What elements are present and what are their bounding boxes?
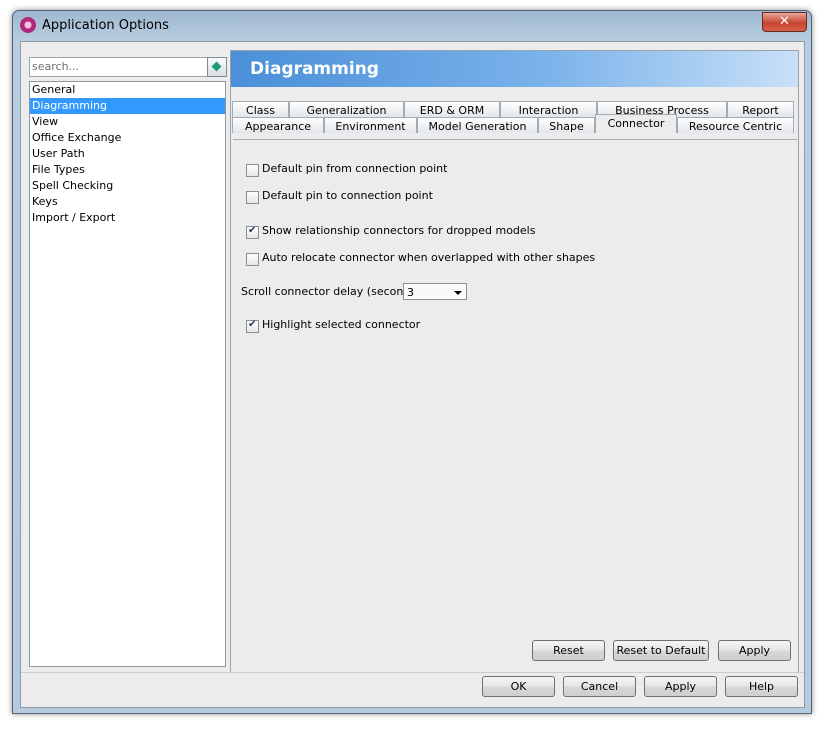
show-relationship-connectors-checkbox[interactable] — [246, 225, 259, 239]
nav-item-view[interactable]: View — [30, 114, 225, 130]
tab-generalization[interactable]: Generalization — [289, 101, 404, 117]
search-filter-icon[interactable] — [207, 57, 227, 77]
divider — [21, 672, 804, 673]
chevron-down-icon — [454, 291, 462, 295]
default-pin-from-label: Default pin from connection point — [262, 162, 448, 175]
nav-item-diagramming[interactable]: Diagramming — [30, 98, 225, 114]
dialog-client-area: search... General Diagramming View Offic… — [20, 41, 805, 708]
category-list: General Diagramming View Office Exchange… — [29, 81, 226, 667]
search-input[interactable]: search... — [29, 57, 208, 77]
settings-panel: Diagramming Class Generalization ERD & O… — [230, 50, 799, 673]
default-pin-to-checkbox[interactable] — [246, 191, 259, 204]
default-pin-to-label: Default pin to connection point — [262, 189, 433, 202]
ok-button[interactable]: OK — [482, 676, 555, 697]
tab-environment[interactable]: Environment — [324, 117, 417, 133]
tab-interaction[interactable]: Interaction — [500, 101, 597, 117]
auto-relocate-checkbox[interactable] — [246, 253, 259, 266]
window-title: Application Options — [42, 18, 169, 33]
highlight-selected-checkbox[interactable] — [246, 319, 259, 333]
panel-apply-button[interactable]: Apply — [718, 640, 791, 661]
scroll-delay-value: 3 — [407, 286, 414, 299]
tab-class[interactable]: Class — [232, 101, 289, 117]
nav-item-file-types[interactable]: File Types — [30, 162, 225, 178]
section-title: Diagramming — [250, 59, 379, 79]
reset-button[interactable]: Reset — [532, 640, 605, 661]
close-button[interactable]: ✕ — [762, 12, 807, 32]
nav-item-import-export[interactable]: Import / Export — [30, 210, 225, 226]
nav-item-user-path[interactable]: User Path — [30, 146, 225, 162]
scroll-delay-select[interactable]: 3 — [403, 283, 467, 300]
connector-tab-content — [233, 139, 797, 637]
nav-item-office-exchange[interactable]: Office Exchange — [30, 130, 225, 146]
app-logo-icon — [20, 17, 36, 33]
cancel-button[interactable]: Cancel — [563, 676, 636, 697]
nav-item-keys[interactable]: Keys — [30, 194, 225, 210]
reset-to-default-button[interactable]: Reset to Default — [613, 640, 709, 661]
apply-button[interactable]: Apply — [644, 676, 717, 697]
application-options-window: Application Options ✕ search... General … — [12, 10, 812, 714]
tab-connector[interactable]: Connector — [595, 114, 677, 133]
default-pin-from-checkbox[interactable] — [246, 164, 259, 177]
tab-model-generation[interactable]: Model Generation — [417, 117, 538, 133]
nav-item-general[interactable]: General — [30, 82, 225, 98]
show-relationship-connectors-label: Show relationship connectors for dropped… — [262, 224, 536, 237]
help-button[interactable]: Help — [725, 676, 798, 697]
title-bar[interactable]: Application Options ✕ — [13, 11, 811, 41]
highlight-selected-label: Highlight selected connector — [262, 318, 421, 331]
nav-item-spell-checking[interactable]: Spell Checking — [30, 178, 225, 194]
scroll-delay-label: Scroll connector delay (second) : — [241, 285, 422, 298]
tab-shape[interactable]: Shape — [538, 117, 595, 133]
tab-appearance[interactable]: Appearance — [232, 117, 324, 133]
tab-erd-orm[interactable]: ERD & ORM — [404, 101, 500, 117]
section-header: Diagramming — [231, 51, 798, 87]
tab-resource-centric[interactable]: Resource Centric — [677, 117, 794, 133]
tab-report[interactable]: Report — [727, 101, 794, 117]
auto-relocate-label: Auto relocate connector when overlapped … — [262, 251, 596, 264]
